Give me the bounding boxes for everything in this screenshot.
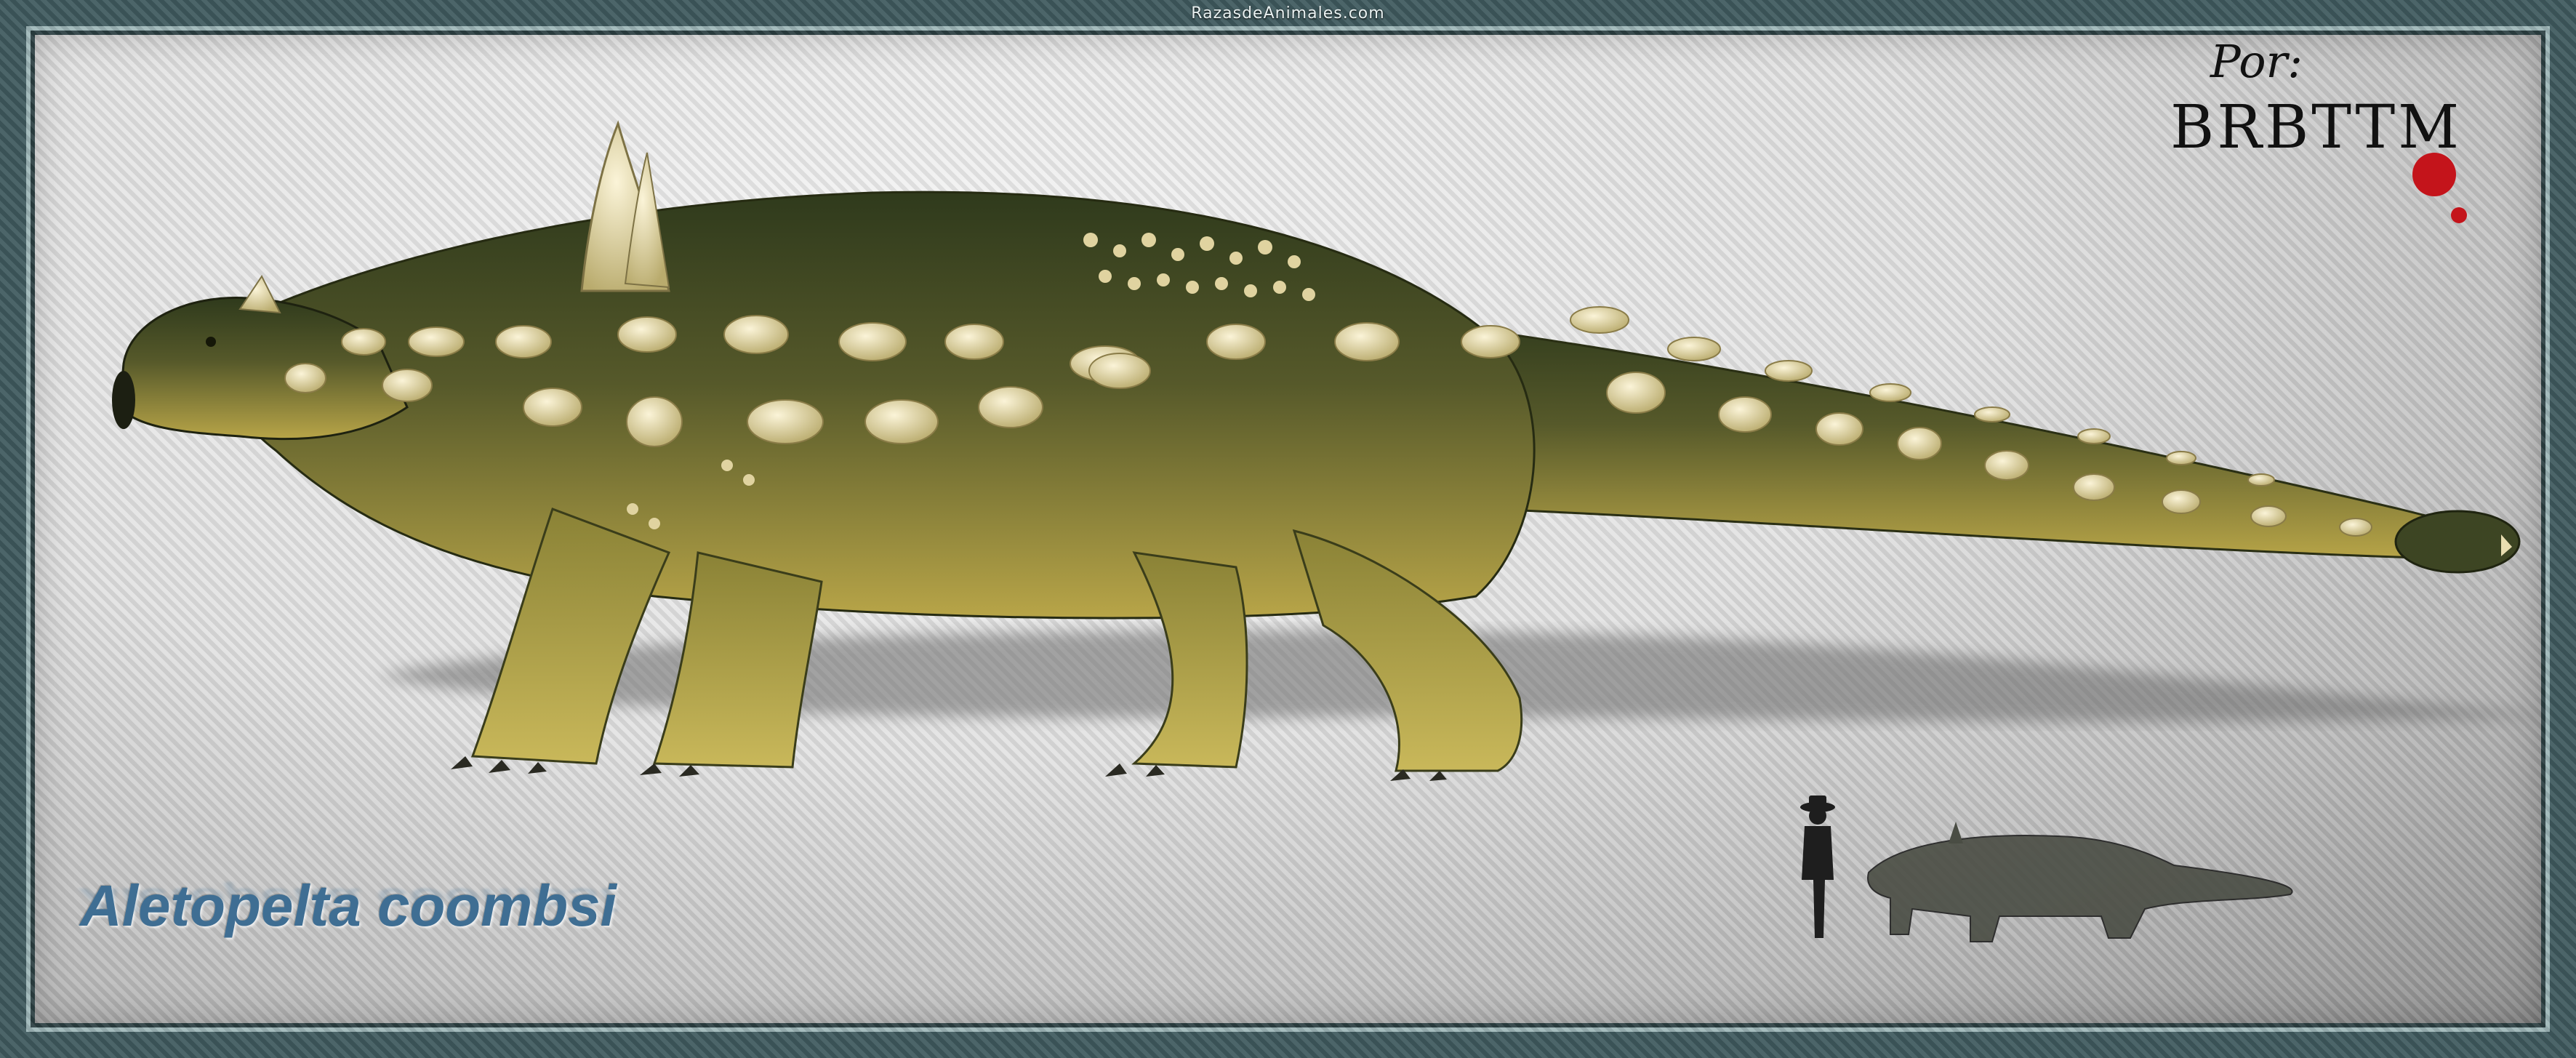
human-silhouette-icon bbox=[1800, 795, 1835, 938]
ankylosaur-silhouette-icon bbox=[1867, 822, 2293, 942]
artist-credit-prefix: Por: bbox=[2210, 35, 2303, 88]
claws bbox=[451, 756, 1447, 781]
artist-signature: BRBTTM bbox=[2170, 93, 2463, 162]
dino-eye bbox=[206, 337, 216, 347]
dino-snout bbox=[112, 371, 135, 429]
species-title-reflection: Aletopelta coombsi bbox=[80, 881, 617, 918]
tail-club bbox=[2394, 510, 2521, 574]
head-horn bbox=[238, 275, 281, 314]
ink-drop bbox=[2451, 207, 2467, 223]
